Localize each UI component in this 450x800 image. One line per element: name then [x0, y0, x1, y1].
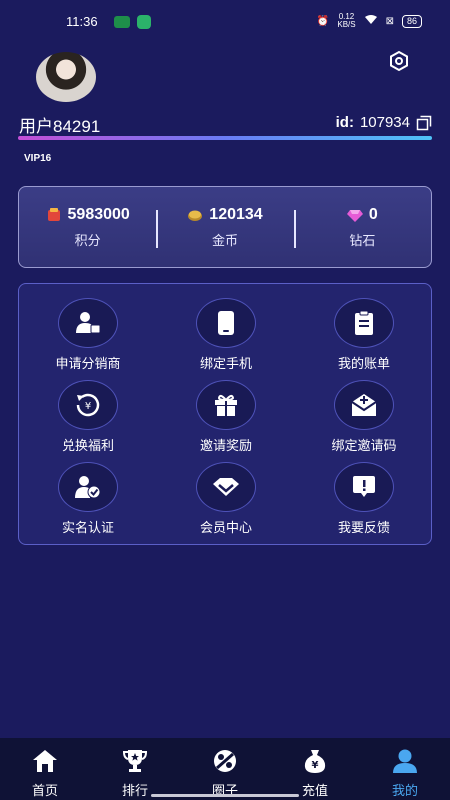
gift-icon: [215, 394, 237, 416]
menu-item-exchange[interactable]: ¥ 兑换福利: [23, 380, 153, 454]
feedback-icon: [353, 476, 375, 497]
svg-text:¥: ¥: [312, 760, 319, 771]
id-value: 107934: [359, 114, 410, 131]
menu-grid-card: 申请分销商 绑定手机 我的账单 ¥ 兑换福利 邀请奖励 绑定邀请码 实名认证 会…: [18, 283, 432, 545]
status-indicators: ⏰ 0.12 KB/S ⊠ 86: [317, 13, 422, 29]
menu-item-vip-center[interactable]: 会员中心: [161, 462, 291, 536]
home-icon: [33, 750, 57, 772]
points-icon: [47, 207, 60, 221]
points-value: 5983000: [67, 205, 130, 223]
invite-code-icon: [351, 394, 377, 416]
menu-label: 绑定手机: [199, 356, 252, 371]
verify-icon: [75, 476, 101, 499]
bottom-tab-bar: 首页 排行 圈子 ¥ 充值 我的: [0, 738, 450, 800]
level-progress-bar: [18, 136, 432, 140]
user-id-row: id: 107934: [336, 114, 432, 131]
level-progress-fill: [18, 136, 432, 140]
tab-mine[interactable]: 我的: [360, 738, 450, 800]
message-app-icon: [114, 16, 130, 28]
circle-icon: [214, 750, 236, 772]
trophy-icon: [122, 750, 148, 772]
speed-unit: KB/S: [337, 20, 356, 29]
gold-coin-icon: [188, 210, 203, 221]
diamond-icon: [346, 209, 363, 222]
menu-item-feedback[interactable]: 我要反馈: [299, 462, 429, 536]
menu-item-distributor[interactable]: 申请分销商: [23, 298, 153, 372]
menu-item-bind-invite-code[interactable]: 绑定邀请码: [299, 380, 429, 454]
recharge-icon: ¥: [304, 750, 326, 773]
shield-app-icon: [137, 15, 151, 29]
tab-ranking[interactable]: 排行: [90, 738, 180, 800]
distributor-icon: [76, 312, 101, 334]
phone-icon: [218, 311, 234, 335]
tab-label: 我的: [391, 783, 418, 798]
tab-label: 首页: [31, 783, 58, 798]
status-time: 11:36: [66, 14, 98, 29]
copy-icon[interactable]: [416, 115, 432, 131]
avatar[interactable]: [36, 52, 96, 102]
menu-item-invite-reward[interactable]: 邀请奖励: [161, 380, 291, 454]
stat-points[interactable]: 5983000 积分: [19, 206, 156, 249]
vip-level: VIP16: [24, 153, 52, 164]
sim-off-icon: ⊠: [385, 15, 394, 27]
profile-icon: [393, 749, 417, 773]
menu-label: 申请分销商: [55, 356, 121, 371]
network-speed: 0.12 KB/S: [337, 13, 355, 29]
status-bar: 11:36 ⏰ 0.12 KB/S ⊠ 86: [0, 0, 450, 44]
username: 用户84291: [19, 117, 101, 136]
vip-center-icon: [213, 478, 239, 496]
menu-label: 邀请奖励: [199, 438, 252, 453]
tab-home[interactable]: 首页: [0, 738, 90, 800]
diamond-value: 0: [368, 205, 378, 223]
svg-text:¥: ¥: [85, 401, 91, 412]
alarm-icon: ⏰: [316, 15, 330, 27]
stat-gold[interactable]: 120134 金币: [156, 206, 293, 249]
menu-label: 会员中心: [199, 520, 252, 535]
tab-circle[interactable]: 圈子: [180, 738, 270, 800]
menu-label: 实名认证: [61, 520, 114, 535]
points-label: 积分: [74, 232, 101, 248]
menu-label: 我的账单: [337, 356, 390, 371]
gold-label: 金币: [211, 232, 238, 248]
settings-hexagon-icon[interactable]: [388, 50, 410, 72]
menu-label: 我要反馈: [337, 520, 390, 535]
gold-value: 120134: [209, 205, 263, 223]
stat-diamond[interactable]: 0 钻石: [293, 205, 431, 249]
wifi-icon: [364, 14, 378, 28]
home-indicator: [151, 794, 299, 797]
tab-recharge[interactable]: ¥ 充值: [270, 738, 360, 800]
menu-item-my-bill[interactable]: 我的账单: [299, 298, 429, 372]
battery-level: 86: [401, 14, 422, 28]
diamond-label: 钻石: [349, 232, 376, 248]
stats-card: 5983000 积分 120134 金币 0 钻石: [18, 186, 432, 268]
menu-label: 兑换福利: [61, 438, 114, 453]
bill-icon: [355, 310, 373, 335]
menu-label: 绑定邀请码: [331, 438, 397, 453]
id-label: id:: [335, 114, 354, 131]
exchange-icon: ¥: [76, 393, 100, 417]
menu-item-bind-phone[interactable]: 绑定手机: [161, 298, 291, 372]
menu-item-real-name[interactable]: 实名认证: [23, 462, 153, 536]
